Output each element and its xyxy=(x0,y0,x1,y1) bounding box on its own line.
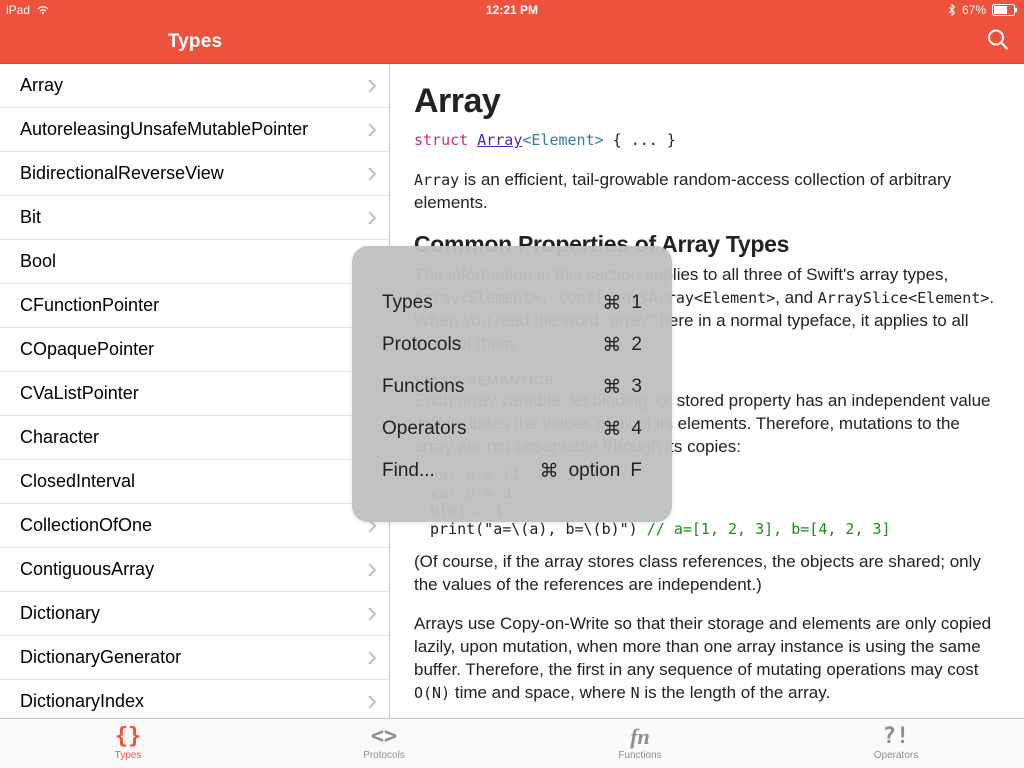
hud-row-types: Types⌘1 xyxy=(382,282,642,324)
sidebar-item-label: Array xyxy=(20,75,63,96)
sidebar-item-label: Bool xyxy=(20,251,56,272)
chevron-right-icon xyxy=(367,123,377,137)
chevron-right-icon xyxy=(367,563,377,577)
sidebar-item-label: CollectionOfOne xyxy=(20,515,152,536)
chevron-right-icon xyxy=(367,79,377,93)
page-title: Array xyxy=(414,82,1000,121)
hud-label: Functions xyxy=(382,376,602,398)
tab-operators[interactable]: ?! Operators xyxy=(768,719,1024,768)
functions-icon: fn xyxy=(630,726,650,748)
tab-label: Operators xyxy=(874,750,918,761)
sidebar-item-bidirectionalreverseview[interactable]: BidirectionalReverseView xyxy=(0,152,389,196)
nav-title: Types xyxy=(168,31,223,53)
hud-keys: ⌘optionF xyxy=(540,460,642,483)
sidebar-item-label: CFunctionPointer xyxy=(20,295,159,316)
sidebar-item-label: ContiguousArray xyxy=(20,559,154,580)
chevron-right-icon xyxy=(367,695,377,709)
chevron-right-icon xyxy=(367,651,377,665)
clock: 12:21 PM xyxy=(486,3,538,17)
sidebar-item-label: AutoreleasingUnsafeMutablePointer xyxy=(20,119,308,140)
sidebar-item-dictionaryindex[interactable]: DictionaryIndex xyxy=(0,680,389,718)
operators-icon: ?! xyxy=(883,726,910,748)
sidebar-item-label: ClosedInterval xyxy=(20,471,135,492)
sidebar: Array AutoreleasingUnsafeMutablePointer Bi… xyxy=(0,64,390,718)
sidebar-item-autoreleasingunsafemutablepointer[interactable]: AutoreleasingUnsafeMutablePointer xyxy=(0,108,389,152)
tab-label: Types xyxy=(115,750,142,761)
hud-row-find: Find...⌘optionF xyxy=(382,450,642,492)
hud-label: Find... xyxy=(382,460,540,482)
sidebar-item-contiguousarray[interactable]: ContiguousArray xyxy=(0,548,389,592)
para-class-refs: (Of course, if the array stores class re… xyxy=(414,551,1000,597)
tab-label: Functions xyxy=(618,750,661,761)
protocols-icon: <> xyxy=(371,726,398,748)
hud-row-functions: Functions⌘3 xyxy=(382,366,642,408)
sidebar-item-label: Character xyxy=(20,427,99,448)
sidebar-item-cfunctionpointer[interactable]: CFunctionPointer xyxy=(0,284,389,328)
sidebar-item-cvalistpointer[interactable]: CVaListPointer xyxy=(0,372,389,416)
sidebar-item-bit[interactable]: Bit xyxy=(0,196,389,240)
status-bar: iPad 12:21 PM 67% xyxy=(0,0,1024,20)
chevron-right-icon xyxy=(367,607,377,621)
intro-para: Array is an efficient, tail-growable ran… xyxy=(414,169,1000,215)
hud-keys: ⌘1 xyxy=(602,292,642,315)
sidebar-item-label: CVaListPointer xyxy=(20,383,139,404)
hud-keys: ⌘4 xyxy=(602,418,642,441)
tab-protocols[interactable]: <> Protocols xyxy=(256,719,512,768)
wifi-icon xyxy=(36,5,50,15)
hud-keys: ⌘2 xyxy=(602,334,642,357)
hud-label: Operators xyxy=(382,418,602,440)
types-icon: {} xyxy=(115,726,142,748)
sidebar-item-closedinterval[interactable]: ClosedInterval xyxy=(0,460,389,504)
battery-pct: 67% xyxy=(962,3,986,17)
declaration: struct Array<Element> { ... } xyxy=(414,131,1000,149)
hud-label: Protocols xyxy=(382,334,602,356)
tab-label: Protocols xyxy=(363,750,405,761)
sidebar-item-label: COpaquePointer xyxy=(20,339,154,360)
sidebar-item-label: DictionaryIndex xyxy=(20,691,144,712)
sidebar-item-dictionarygenerator[interactable]: DictionaryGenerator xyxy=(0,636,389,680)
chevron-right-icon xyxy=(367,167,377,181)
hud-row-operators: Operators⌘4 xyxy=(382,408,642,450)
battery-icon xyxy=(992,4,1018,16)
sidebar-item-array[interactable]: Array xyxy=(0,64,389,108)
tab-bar: {} Types <> Protocols fn Functions?! Operators xyxy=(0,718,1024,768)
sidebar-item-label: Dictionary xyxy=(20,603,100,624)
hud-keys: ⌘3 xyxy=(602,376,642,399)
para-cow: Arrays use Copy-on-Write so that their s… xyxy=(414,613,1000,705)
tab-types[interactable]: {} Types xyxy=(0,719,256,768)
sidebar-item-bool[interactable]: Bool xyxy=(0,240,389,284)
sidebar-item-collectionofone[interactable]: CollectionOfOne xyxy=(0,504,389,548)
tab-functions[interactable]: fn Functions xyxy=(512,719,768,768)
sidebar-item-label: BidirectionalReverseView xyxy=(20,163,224,184)
type-link-array[interactable]: Array xyxy=(477,131,522,149)
search-button[interactable] xyxy=(986,27,1010,56)
sidebar-item-label: DictionaryGenerator xyxy=(20,647,181,668)
hud-row-protocols: Protocols⌘2 xyxy=(382,324,642,366)
device-label: iPad xyxy=(6,3,30,17)
hud-label: Types xyxy=(382,292,602,314)
chevron-right-icon xyxy=(367,211,377,225)
nav-bar: Types xyxy=(0,20,1024,64)
bluetooth-icon xyxy=(948,4,956,16)
sidebar-item-dictionary[interactable]: Dictionary xyxy=(0,592,389,636)
sidebar-item-character[interactable]: Character xyxy=(0,416,389,460)
sidebar-item-label: Bit xyxy=(20,207,41,228)
sidebar-item-copaquepointer[interactable]: COpaquePointer xyxy=(0,328,389,372)
keyboard-shortcut-hud: Types⌘1Protocols⌘2Functions⌘3Operators⌘4… xyxy=(352,246,672,522)
